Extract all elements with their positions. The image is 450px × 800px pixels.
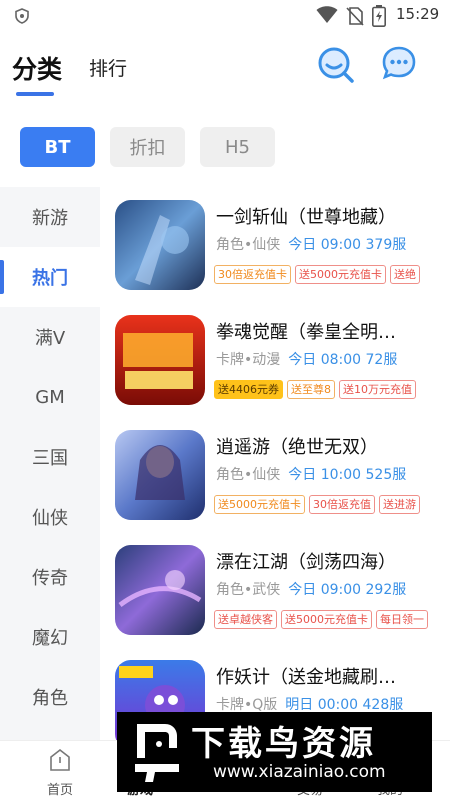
- game-tag: 送4406元券: [214, 380, 283, 399]
- game-title: 拳魂觉醒（拳皇全明…: [216, 322, 396, 343]
- active-category-indicator: [0, 260, 4, 294]
- game-genre: 角色•仙侠: [216, 237, 281, 253]
- game-tag: 送卓越侠客: [214, 610, 277, 629]
- category-item[interactable]: 魔幻: [0, 607, 100, 667]
- message-icon[interactable]: [381, 45, 417, 81]
- watermark-url: www.xiazainiao.com: [213, 762, 386, 782]
- game-tags: 送5000元充值卡 30倍返充值 送进游: [214, 495, 436, 517]
- bird-logo-icon: [135, 724, 179, 782]
- game-tag: 送进游: [379, 495, 420, 514]
- game-title: 逍遥游（绝世无双）: [216, 437, 378, 458]
- game-tag: 送5000元充值卡: [295, 265, 386, 284]
- game-tag: 每日领一: [376, 610, 428, 629]
- chip-discount[interactable]: 折扣: [110, 127, 185, 167]
- status-bar: 15:29: [0, 0, 450, 32]
- game-meta: 角色•仙侠 今日 10:00 525服: [216, 464, 406, 484]
- category-item[interactable]: GM: [0, 367, 100, 427]
- game-genre: 角色•武侠: [216, 582, 281, 598]
- platform-filter: BT 折扣 H5: [0, 127, 450, 169]
- game-genre: 角色•仙侠: [216, 467, 281, 483]
- category-label: 热门: [32, 268, 68, 289]
- game-title: 一剑斩仙（世尊地藏）: [216, 207, 396, 228]
- game-genre: 卡牌•Q版: [216, 697, 278, 713]
- chip-h5[interactable]: H5: [200, 127, 275, 167]
- game-server-time: 今日 09:00 379服: [288, 237, 407, 253]
- game-tag: 30倍返充值卡: [214, 265, 291, 284]
- category-item[interactable]: 三国: [0, 427, 100, 487]
- nav-home[interactable]: 首页: [15, 741, 105, 800]
- game-list-item[interactable]: 逍遥游（绝世无双） 角色•仙侠 今日 10:00 525服 送5000元充值卡 30…: [100, 417, 450, 532]
- game-tag: 送绝: [390, 265, 420, 284]
- game-server-time: 明日 00:00 428服: [285, 697, 404, 713]
- game-icon: [115, 545, 205, 635]
- game-list-item[interactable]: 漂在江湖（剑荡四海） 角色•武侠 今日 09:00 292服 送卓越侠客 送5000…: [100, 532, 450, 647]
- category-item[interactable]: 新游: [0, 187, 100, 247]
- game-meta: 角色•仙侠 今日 09:00 379服: [216, 234, 406, 254]
- game-tag: 送至尊8: [287, 380, 335, 399]
- game-meta: 角色•武侠 今日 09:00 292服: [216, 579, 406, 599]
- nav-label: 首页: [46, 783, 73, 798]
- game-tag: 送5000元充值卡: [281, 610, 372, 629]
- game-list-item[interactable]: 拳魂觉醒（拳皇全明… 卡牌•动漫 今日 08:00 72服 送4406元券 送至尊8…: [100, 302, 450, 417]
- home-icon: [50, 748, 70, 771]
- tab-ranking[interactable]: 排行: [89, 54, 127, 81]
- watermark-title: 下载鸟资源: [191, 724, 376, 764]
- search-icon[interactable]: [316, 45, 356, 85]
- header: 分类 排行: [0, 32, 450, 102]
- game-genre: 卡牌•动漫: [216, 352, 281, 368]
- game-tags: 送卓越侠客 送5000元充值卡 每日领一: [214, 610, 436, 632]
- game-list: 一剑斩仙（世尊地藏） 角色•仙侠 今日 09:00 379服 30倍返充值卡 送50…: [100, 187, 450, 740]
- game-server-time: 今日 08:00 72服: [288, 352, 398, 368]
- active-tab-underline: [16, 92, 54, 96]
- game-meta: 卡牌•动漫 今日 08:00 72服: [216, 349, 397, 369]
- chip-bt[interactable]: BT: [20, 127, 95, 167]
- no-sim-icon: [346, 7, 364, 26]
- game-tag: 送10万元充值: [339, 380, 416, 399]
- game-icon: [115, 200, 205, 290]
- game-server-time: 今日 10:00 525服: [288, 467, 407, 483]
- game-title: 漂在江湖（剑荡四海）: [216, 552, 396, 573]
- game-list-item[interactable]: 一剑斩仙（世尊地藏） 角色•仙侠 今日 09:00 379服 30倍返充值卡 送50…: [100, 187, 450, 302]
- category-sidebar: 新游 热门 满V GM 三国 仙侠 传奇 魔幻 角色: [0, 187, 100, 740]
- category-item-active[interactable]: 热门: [0, 247, 100, 307]
- category-item[interactable]: 满V: [0, 307, 100, 367]
- category-item[interactable]: 传奇: [0, 547, 100, 607]
- tab-category[interactable]: 分类: [12, 50, 62, 86]
- game-icon: [115, 315, 205, 405]
- game-icon: [115, 430, 205, 520]
- category-item[interactable]: 仙侠: [0, 487, 100, 547]
- wifi-icon: [316, 6, 338, 23]
- game-server-time: 今日 09:00 292服: [288, 582, 407, 598]
- game-meta: 卡牌•Q版 明日 00:00 428服: [216, 694, 403, 714]
- game-title: 作妖计（送金地藏刷…: [216, 667, 396, 688]
- game-tag: 30倍返充值: [309, 495, 375, 514]
- clock: 15:29: [396, 5, 440, 23]
- shield-icon: [15, 8, 29, 24]
- category-item[interactable]: 角色: [0, 667, 100, 727]
- battery-icon: [372, 5, 386, 27]
- game-tags: 30倍返充值卡 送5000元充值卡 送绝: [214, 265, 436, 287]
- game-tags: 送4406元券 送至尊8 送10万元充值: [214, 380, 436, 402]
- watermark: 下载鸟资源 www.xiazainiao.com: [117, 712, 432, 792]
- game-tag: 送5000元充值卡: [214, 495, 305, 514]
